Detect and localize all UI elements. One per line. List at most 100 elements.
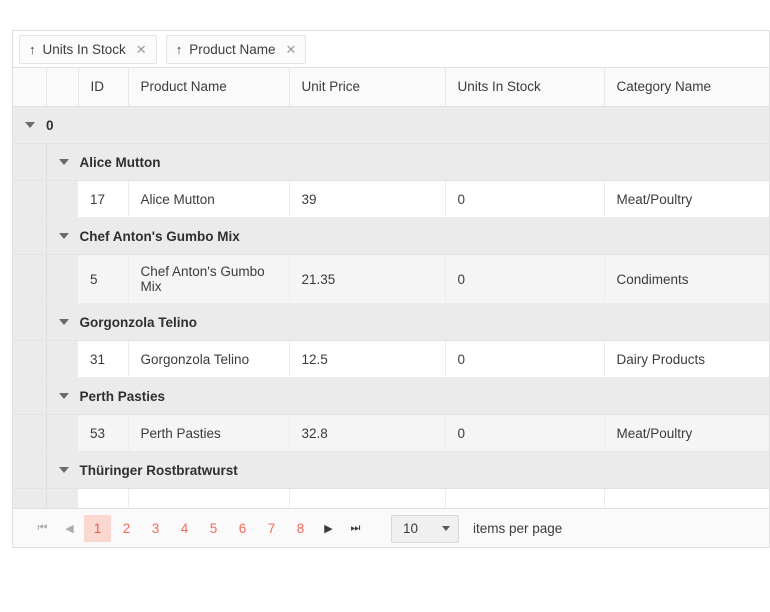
pager-page-5[interactable]: 5 — [200, 515, 227, 542]
chevron-down-icon[interactable] — [58, 233, 69, 240]
close-icon[interactable]: ✕ — [136, 43, 147, 56]
column-header-id[interactable]: ID — [78, 68, 129, 107]
chevron-down-icon[interactable] — [25, 122, 35, 129]
group-chip-product-name[interactable]: ↑ Product Name ✕ — [165, 34, 307, 64]
pager-prev-icon[interactable]: ◀ — [56, 515, 83, 542]
page-size-value: 10 — [403, 521, 419, 536]
row-gutter-1 — [13, 254, 47, 304]
close-icon[interactable]: ✕ — [285, 43, 296, 56]
header-row: ID Product Name Unit Price Units In Stoc… — [13, 68, 769, 107]
cell-units-in-stock: 0 — [445, 340, 605, 378]
row-gutter-2 — [46, 254, 78, 304]
table-row[interactable]: 53 Perth Pasties 32.8 0 Meat/Poultry — [13, 414, 769, 452]
grid-rows: 0 Alice Mutton 17 Alice Mutton 39 0 Meat… — [13, 106, 769, 526]
column-header-category-name[interactable]: Category Name — [604, 68, 769, 107]
group-row-outer-cell[interactable]: 0 — [13, 106, 769, 144]
arrow-up-icon: ↑ — [29, 41, 36, 57]
cell-id: 53 — [78, 414, 129, 452]
group-gutter — [13, 143, 47, 181]
row-gutter-2 — [46, 414, 78, 452]
group-chip-label: Units In Stock — [42, 41, 126, 57]
row-gutter-2 — [46, 340, 78, 378]
group-row-cell[interactable]: Perth Pasties — [46, 377, 769, 415]
table-row[interactable]: 31 Gorgonzola Telino 12.5 0 Dairy Produc… — [13, 340, 769, 378]
cell-units-in-stock: 0 — [445, 414, 605, 452]
cell-unit-price: 39 — [289, 180, 446, 218]
pager-last-icon[interactable]: ⏭ — [342, 515, 369, 542]
row-gutter-1 — [13, 414, 47, 452]
group-row-cell[interactable]: Gorgonzola Telino — [46, 303, 769, 341]
group-row-label: Perth Pasties — [79, 388, 166, 404]
group-row-label: Alice Mutton — [79, 154, 161, 170]
cell-id: 31 — [78, 340, 129, 378]
row-gutter-2 — [46, 180, 78, 218]
group-row-cell[interactable]: Alice Mutton — [46, 143, 769, 181]
cell-category-name: Condiments — [604, 254, 769, 304]
cell-unit-price: 12.5 — [289, 340, 446, 378]
table-row[interactable]: 17 Alice Mutton 39 0 Meat/Poultry — [13, 180, 769, 218]
column-header-expand-2 — [46, 68, 79, 107]
pager-page-2[interactable]: 2 — [113, 515, 140, 542]
group-row-label: Thüringer Rostbratwurst — [79, 462, 238, 478]
grid-body-table: 0 Alice Mutton 17 Alice Mutton 39 0 Meat… — [13, 106, 769, 526]
chevron-down-icon[interactable] — [58, 159, 69, 166]
group-row-gorgonzola-telino[interactable]: Gorgonzola Telino — [13, 303, 769, 341]
grid-header-table: ID Product Name Unit Price Units In Stoc… — [13, 68, 769, 107]
data-grid: ↑ Units In Stock ✕ ↑ Product Name ✕ ID P… — [12, 30, 770, 548]
cell-units-in-stock: 0 — [445, 254, 605, 304]
group-row-chef-antons-gumbo-mix[interactable]: Chef Anton's Gumbo Mix — [13, 217, 769, 255]
grid-body: 0 Alice Mutton 17 Alice Mutton 39 0 Meat… — [13, 106, 769, 547]
cell-unit-price: 32.8 — [289, 414, 446, 452]
group-row-label: Gorgonzola Telino — [79, 314, 198, 330]
cell-product-name: Alice Mutton — [128, 180, 290, 218]
group-chip-label: Product Name — [189, 41, 276, 57]
arrow-up-icon: ↑ — [175, 41, 183, 57]
group-row-perth-pasties[interactable]: Perth Pasties — [13, 377, 769, 415]
cell-unit-price: 21.35 — [289, 254, 446, 304]
pager-page-7[interactable]: 7 — [258, 515, 285, 542]
column-header-units-in-stock[interactable]: Units In Stock — [445, 68, 605, 107]
group-row-alice-mutton[interactable]: Alice Mutton — [13, 143, 769, 181]
chevron-down-icon[interactable] — [58, 467, 69, 474]
chevron-down-icon[interactable] — [58, 319, 69, 326]
cell-product-name: Chef Anton's Gumbo Mix — [128, 254, 290, 304]
group-gutter — [13, 303, 47, 341]
page-size-select[interactable]: 10 — [391, 514, 459, 543]
row-gutter-1 — [13, 180, 47, 218]
pager[interactable]: ⏮ ◀ 1 2 3 4 5 6 7 8 ▶ ⏭ 10 items per pag… — [13, 507, 769, 547]
cell-category-name: Meat/Poultry — [604, 180, 769, 218]
column-header-expand-1 — [13, 68, 47, 107]
group-row-cell[interactable]: Chef Anton's Gumbo Mix — [46, 217, 769, 255]
cell-id: 17 — [78, 180, 129, 218]
group-gutter — [13, 377, 47, 415]
group-row-outer-label: 0 — [46, 117, 54, 133]
group-gutter — [13, 217, 47, 255]
page-size-label: items per page — [473, 521, 563, 536]
pager-first-icon[interactable]: ⏮ — [29, 515, 56, 542]
pager-page-8[interactable]: 8 — [287, 515, 314, 542]
chevron-down-icon — [442, 526, 450, 531]
group-panel[interactable]: ↑ Units In Stock ✕ ↑ Product Name ✕ — [13, 31, 769, 68]
pager-next-icon[interactable]: ▶ — [315, 515, 342, 542]
table-row[interactable]: 5 Chef Anton's Gumbo Mix 21.35 0 Condime… — [13, 254, 769, 304]
group-gutter — [13, 451, 47, 489]
column-header-product-name[interactable]: Product Name — [128, 68, 290, 107]
row-gutter-1 — [13, 340, 47, 378]
column-header-unit-price[interactable]: Unit Price — [289, 68, 446, 107]
pager-page-3[interactable]: 3 — [142, 515, 169, 542]
pager-page-1[interactable]: 1 — [84, 515, 111, 542]
cell-category-name: Meat/Poultry — [604, 414, 769, 452]
chevron-down-icon[interactable] — [58, 393, 69, 400]
cell-id: 5 — [78, 254, 129, 304]
group-row-thuringer-rostbratwurst[interactable]: Thüringer Rostbratwurst — [13, 451, 769, 489]
pager-page-6[interactable]: 6 — [229, 515, 256, 542]
group-row-cell[interactable]: Thüringer Rostbratwurst — [46, 451, 769, 489]
cell-units-in-stock: 0 — [445, 180, 605, 218]
cell-product-name: Gorgonzola Telino — [128, 340, 290, 378]
pager-page-4[interactable]: 4 — [171, 515, 198, 542]
group-chip-units-in-stock[interactable]: ↑ Units In Stock ✕ — [19, 34, 157, 64]
cell-product-name: Perth Pasties — [128, 414, 290, 452]
group-row-outer[interactable]: 0 — [13, 106, 769, 144]
group-row-label: Chef Anton's Gumbo Mix — [79, 228, 240, 244]
cell-category-name: Dairy Products — [604, 340, 769, 378]
